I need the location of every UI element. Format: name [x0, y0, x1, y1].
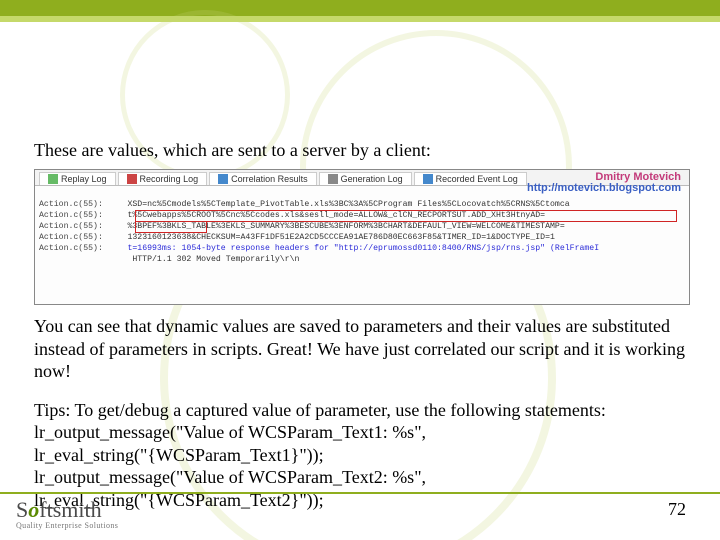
- tab-replay-log[interactable]: Replay Log: [39, 172, 116, 185]
- tips-label: Tips: To get/debug a captured value of p…: [34, 400, 606, 420]
- logo-rest: ftsmith: [39, 497, 101, 522]
- page-number: 72: [668, 499, 686, 520]
- logo: Softsmith Quality Enterprise Solutions: [16, 497, 118, 530]
- log-screenshot: Replay Log Recording Log Correlation Res…: [34, 169, 690, 305]
- log-line-text: HTTP/1.1 302 Moved Temporarily\r\n: [132, 255, 299, 264]
- code-line: lr_eval_string("{WCSParam_Text1}"));: [34, 445, 324, 465]
- bottom-rule: [0, 492, 720, 494]
- slide-top-bar: [0, 0, 720, 16]
- slide-top-bar-2: [0, 16, 720, 22]
- gen-icon: [328, 174, 338, 184]
- tab-label: Replay Log: [61, 174, 107, 184]
- tab-label: Generation Log: [341, 174, 403, 184]
- intro-text: These are values, which are sent to a se…: [34, 140, 700, 161]
- log-line-text: XSD=nc%5Cmodels%5CTemplate_PivotTable.xl…: [127, 200, 569, 209]
- code-line: lr_output_message("Value of WCSParam_Tex…: [34, 467, 426, 487]
- tab-generation-log[interactable]: Generation Log: [319, 172, 412, 185]
- log-line-col1: Action.c(55):: [39, 222, 103, 231]
- tab-recording-log[interactable]: Recording Log: [118, 172, 208, 185]
- tab-label: Recorded Event Log: [436, 174, 518, 184]
- log-line-col1: Action.c(55):: [39, 244, 103, 253]
- tips-block: Tips: To get/debug a captured value of p…: [34, 399, 700, 512]
- code-line: lr_output_message("Value of WCSParam_Tex…: [34, 422, 426, 442]
- tab-recorded-event-log[interactable]: Recorded Event Log: [414, 172, 527, 185]
- logo-accent: o: [28, 497, 39, 522]
- paragraph-1: You can see that dynamic values are save…: [34, 315, 700, 383]
- record-icon: [127, 174, 137, 184]
- highlight-box-2: [135, 221, 207, 233]
- logo-tagline: Quality Enterprise Solutions: [16, 521, 118, 530]
- log-line-col1: Action.c(55):: [39, 200, 103, 209]
- highlight-box-1: [135, 210, 677, 222]
- event-icon: [423, 174, 433, 184]
- logo-letter: S: [16, 497, 28, 522]
- tab-correlation-results[interactable]: Correlation Results: [209, 172, 317, 185]
- logo-brand: Softsmith: [16, 497, 118, 523]
- slide-content: These are values, which are sent to a se…: [34, 140, 700, 511]
- log-body: Action.c(55): XSD=nc%5Cmodels%5CTemplate…: [35, 186, 689, 304]
- log-line-text: 1323160123638&CHECKSUM=A43FF1DF51E2A2CD5…: [127, 233, 554, 242]
- tab-label: Correlation Results: [231, 174, 308, 184]
- log-line-col1: Action.c(55):: [39, 211, 103, 220]
- log-line-col1: Action.c(55):: [39, 233, 103, 242]
- play-icon: [48, 174, 58, 184]
- log-line-text: t=16993ms: 1054-byte response headers fo…: [127, 244, 599, 253]
- correlate-icon: [218, 174, 228, 184]
- tab-label: Recording Log: [140, 174, 199, 184]
